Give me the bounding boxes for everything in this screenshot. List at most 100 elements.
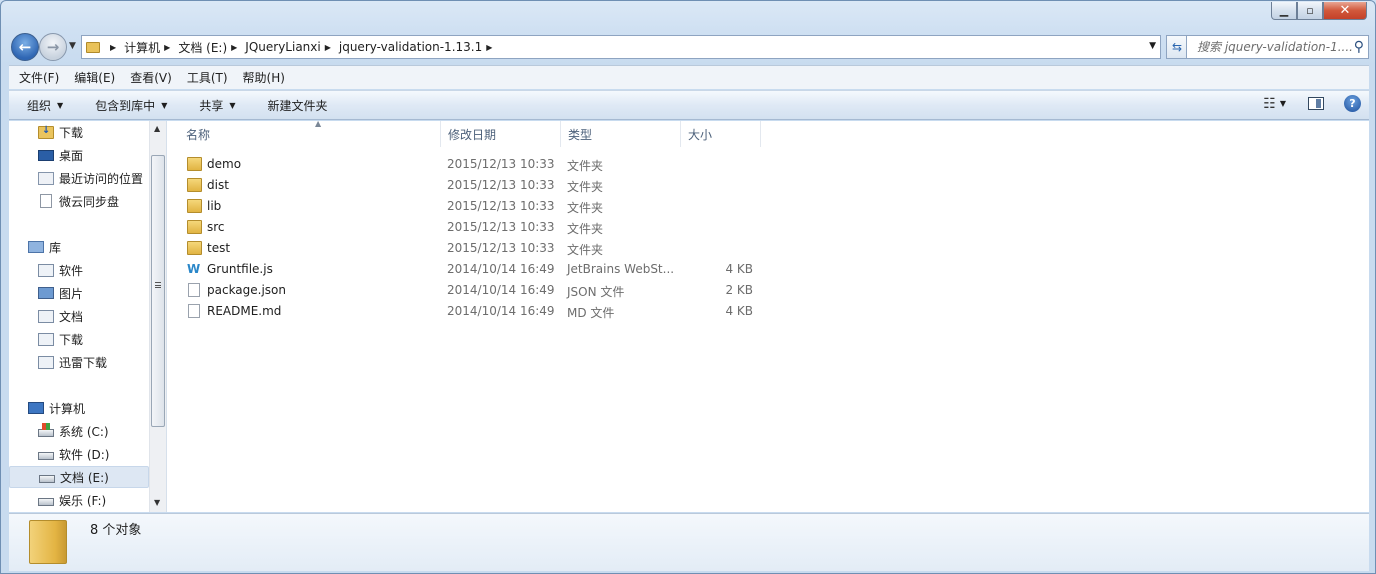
nav-item[interactable]: 计算机 [9, 397, 149, 419]
chevron-right-icon[interactable]: ▶ [110, 43, 116, 52]
search-input[interactable] [1195, 39, 1355, 55]
nav-item[interactable]: 系统 (C:) [9, 420, 149, 442]
file-row[interactable]: test 2015/12/13 10:33 文件夹 [167, 238, 767, 259]
desktop-icon [38, 149, 54, 161]
scrollbar-thumb[interactable] [151, 155, 165, 427]
column-header-size[interactable]: 大小 [681, 121, 761, 147]
command-bar: 组织 ▼ 包含到库中 ▼ 共享 ▼ 新建文件夹 ☷ ▼ ? [9, 90, 1369, 120]
nav-item[interactable]: 娱乐 (F:) [9, 489, 149, 511]
nav-item-label: 桌面 [59, 148, 84, 163]
file-date: 2015/12/13 10:33 [447, 157, 555, 171]
file-date: 2015/12/13 10:33 [447, 220, 555, 234]
chevron-right-icon[interactable]: ▶ [325, 43, 331, 52]
maximize-button[interactable]: ▫ [1297, 2, 1323, 20]
menu-help[interactable]: 帮助(H) [233, 69, 290, 86]
drive-icon [39, 475, 55, 483]
nav-item[interactable]: 图片 [9, 282, 149, 304]
file-name: README.md [207, 304, 282, 318]
file-row[interactable]: README.md 2014/10/14 16:49 MD 文件 4 KB [167, 301, 767, 322]
include-in-library-button[interactable]: 包含到库中 ▼ [77, 97, 181, 114]
nav-item[interactable]: 文档 (E:) [9, 466, 149, 488]
nav-item[interactable]: 软件 (D:) [9, 443, 149, 465]
nav-item-label: 文档 [59, 309, 84, 324]
document-icon [40, 194, 52, 208]
recent-pages-dropdown-icon[interactable]: ▼ [69, 41, 76, 51]
address-history-dropdown-icon[interactable]: ▼ [1149, 41, 1156, 51]
nav-item-label: 软件 (D:) [59, 447, 110, 462]
nav-item[interactable]: 下载 [9, 328, 149, 350]
nav-item-label: 计算机 [49, 401, 86, 416]
column-header-type[interactable]: 类型 [561, 121, 681, 147]
folder-icon [187, 178, 202, 192]
recent-places-icon [38, 171, 54, 185]
help-icon[interactable]: ? [1344, 95, 1361, 112]
column-header-date[interactable]: 修改日期 [441, 121, 561, 147]
folder-icon [187, 157, 202, 171]
chevron-right-icon[interactable]: ▶ [486, 43, 492, 52]
drive-icon [38, 498, 54, 506]
chevron-right-icon[interactable]: ▶ [164, 43, 170, 52]
forward-button[interactable]: → [39, 33, 67, 61]
nav-item[interactable]: 最近访问的位置 [9, 167, 149, 189]
organize-button[interactable]: 组织 ▼ [9, 97, 77, 114]
new-folder-button[interactable]: 新建文件夹 [250, 97, 342, 114]
file-type: 文件夹 [567, 159, 604, 173]
close-button[interactable]: ✕ [1323, 2, 1367, 20]
file-row[interactable]: package.json 2014/10/14 16:49 JSON 文件 2 KB [167, 280, 767, 301]
address-bar[interactable]: ▶ 计算机 ▶ 文档 (E:) ▶ JQueryLianxi ▶ jquery-… [81, 35, 1161, 59]
menu-file[interactable]: 文件(F) [9, 69, 64, 86]
breadcrumb-computer[interactable]: 计算机 [124, 39, 160, 56]
organize-label: 组织 [27, 98, 52, 113]
column-size-label: 大小 [688, 127, 713, 142]
file-size: 4 KB [725, 262, 753, 276]
nav-item[interactable]: 桌面 [9, 144, 149, 166]
drive-icon [38, 452, 54, 460]
menu-tools[interactable]: 工具(T) [177, 69, 233, 86]
library-icon [28, 241, 44, 253]
share-button[interactable]: 共享 ▼ [181, 97, 249, 114]
nav-item[interactable]: 文档 [9, 305, 149, 327]
file-date: 2015/12/13 10:33 [447, 178, 555, 192]
file-type: 文件夹 [567, 201, 604, 215]
chevron-down-icon: ▼ [229, 100, 236, 110]
webstorm-file-icon: W [187, 262, 201, 276]
scroll-down-icon[interactable]: ▼ [154, 498, 160, 507]
breadcrumb-jquerylianxi[interactable]: JQueryLianxi [245, 40, 320, 54]
folder-icon [187, 220, 202, 234]
file-date: 2014/10/14 16:49 [447, 304, 555, 318]
minimize-button[interactable]: ▁ [1271, 2, 1297, 20]
view-options-icon[interactable]: ☷ [1263, 96, 1276, 112]
breadcrumb-current-folder[interactable]: jquery-validation-1.13.1 [339, 40, 482, 54]
nav-item-label: 娱乐 (F:) [59, 493, 107, 508]
refresh-button[interactable]: ⇆ [1166, 35, 1188, 59]
back-button[interactable]: ← [11, 33, 39, 61]
file-row[interactable]: demo 2015/12/13 10:33 文件夹 [167, 154, 767, 175]
scroll-up-icon[interactable]: ▲ [154, 124, 160, 133]
file-row[interactable]: lib 2015/12/13 10:33 文件夹 [167, 196, 767, 217]
navigation-scrollbar[interactable]: ▲ ▼ [149, 121, 166, 512]
nav-item[interactable]: 库 [9, 236, 149, 258]
details-pane: 8 个对象 [9, 513, 1369, 571]
breadcrumb-drive-e[interactable]: 文档 (E:) [178, 39, 227, 56]
nav-item[interactable]: 微云同步盘 [9, 190, 149, 212]
chevron-down-icon[interactable]: ▼ [1280, 99, 1286, 108]
object-count: 8 个对象 [90, 523, 142, 538]
preview-pane-icon[interactable] [1308, 97, 1324, 110]
column-header-name[interactable]: 名称 ▲ [179, 119, 441, 147]
menu-edit[interactable]: 编辑(E) [64, 69, 120, 86]
nav-item[interactable]: 软件 [9, 259, 149, 281]
search-box[interactable]: ⚲ [1186, 35, 1369, 59]
grip-icon [155, 282, 161, 288]
file-row[interactable]: dist 2015/12/13 10:33 文件夹 [167, 175, 767, 196]
chevron-right-icon[interactable]: ▶ [231, 43, 237, 52]
nav-item[interactable]: 迅雷下载 [9, 351, 149, 373]
search-icon[interactable]: ⚲ [1354, 39, 1364, 55]
include-in-library-label: 包含到库中 [95, 98, 156, 113]
explorer-window: ▁ ▫ ✕ ← → ▼ ▶ 计算机 ▶ 文档 (E:) ▶ JQueryLian… [0, 0, 1376, 574]
file-row[interactable]: src 2015/12/13 10:33 文件夹 [167, 217, 767, 238]
chevron-down-icon: ▼ [161, 100, 168, 110]
menu-view[interactable]: 查看(V) [120, 69, 177, 86]
nav-item[interactable]: 下载 [9, 121, 149, 143]
file-row[interactable]: W Gruntfile.js 2014/10/14 16:49 JetBrains W… [167, 259, 767, 280]
nav-item-label: 下载 [59, 332, 84, 347]
